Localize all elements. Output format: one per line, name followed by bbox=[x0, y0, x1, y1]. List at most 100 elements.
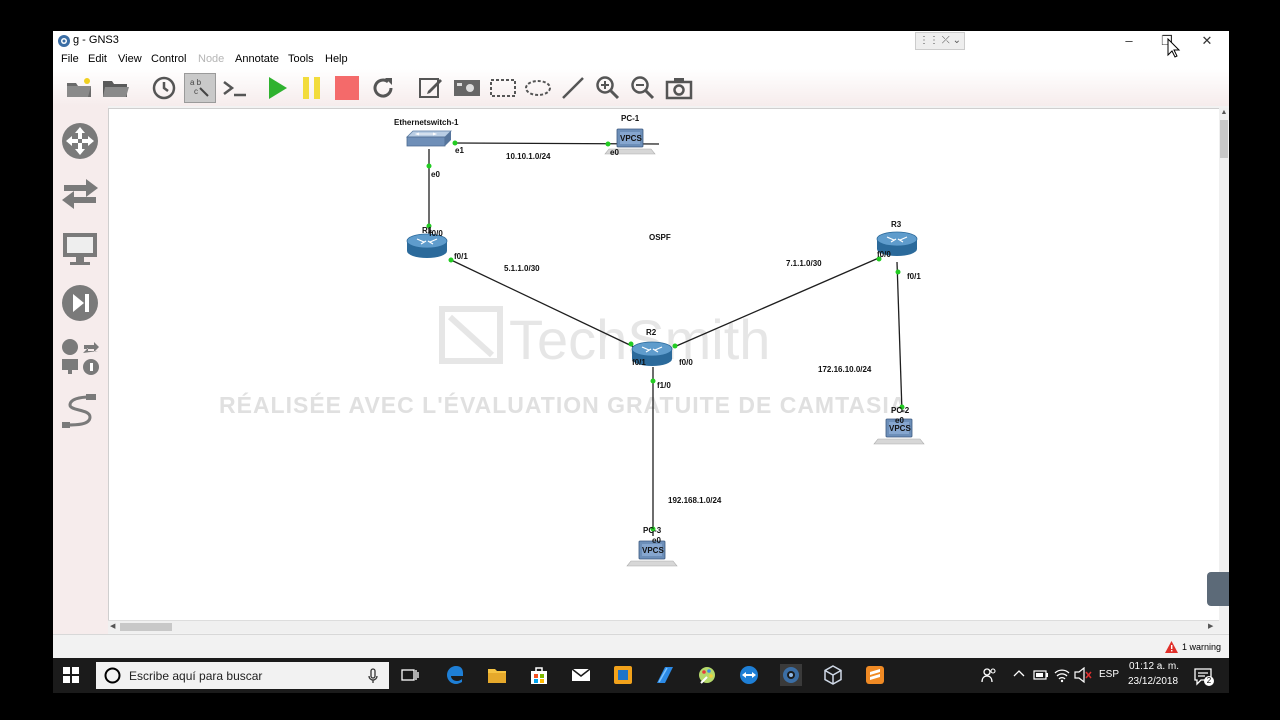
mail-button[interactable] bbox=[570, 664, 592, 686]
network-label-r1-r2[interactable]: 5.1.1.0/30 bbox=[504, 264, 540, 273]
file-explorer-button[interactable] bbox=[486, 664, 508, 686]
volume-button[interactable] bbox=[1074, 666, 1092, 686]
tray-overflow-button[interactable] bbox=[1013, 666, 1025, 685]
draw-rectangle-button[interactable] bbox=[487, 73, 519, 103]
port-label-r1-f00: f0/0 bbox=[429, 229, 443, 238]
mouse-cursor-icon bbox=[1167, 38, 1181, 58]
port-dot bbox=[628, 341, 634, 347]
draw-ellipse-button[interactable] bbox=[522, 73, 554, 103]
network-button[interactable] bbox=[1054, 667, 1070, 686]
window-snap-widget[interactable]: ⋮⋮ ⤫ ⌄ bbox=[915, 32, 965, 50]
scroll-left-arrow[interactable]: ◀ bbox=[110, 622, 115, 630]
microphone-icon[interactable] bbox=[368, 668, 378, 684]
zoom-out-button[interactable] bbox=[627, 73, 659, 103]
paint-button[interactable] bbox=[696, 664, 718, 686]
link-r2-r3[interactable] bbox=[673, 256, 882, 348]
reload-all-button[interactable] bbox=[367, 73, 399, 103]
pc3-name: PC-3 bbox=[643, 526, 662, 535]
minimize-button[interactable]: – bbox=[1111, 31, 1147, 51]
menu-tools[interactable]: Tools bbox=[288, 53, 314, 65]
vs-code-button[interactable] bbox=[654, 664, 676, 686]
horizontal-scroll-thumb[interactable] bbox=[120, 623, 172, 631]
menu-file[interactable]: File bbox=[61, 53, 79, 65]
menu-control[interactable]: Control bbox=[151, 53, 186, 65]
add-link-button[interactable] bbox=[59, 390, 101, 432]
browse-routers-button[interactable] bbox=[59, 120, 101, 162]
all-devices-icon bbox=[62, 339, 99, 375]
stop-all-button[interactable] bbox=[331, 73, 363, 103]
orange-app-button[interactable] bbox=[612, 664, 634, 686]
snapshot-button[interactable] bbox=[148, 73, 180, 103]
ellipse-icon bbox=[525, 80, 551, 96]
store-bag-icon bbox=[531, 667, 547, 684]
screenshot-button[interactable] bbox=[663, 73, 695, 103]
menu-view[interactable]: View bbox=[118, 53, 142, 65]
warning-count[interactable]: 1 warning bbox=[1182, 642, 1221, 652]
start-all-button[interactable] bbox=[261, 73, 293, 103]
scroll-right-arrow[interactable]: ▶ bbox=[1208, 622, 1213, 630]
status-bar: 1 warning bbox=[53, 634, 1229, 658]
pc3-vpcs-label: VPCS bbox=[642, 546, 664, 555]
open-folder-button[interactable] bbox=[63, 73, 95, 103]
sublime-button[interactable] bbox=[864, 664, 886, 686]
virtualbox-button[interactable] bbox=[822, 664, 844, 686]
open-project-button[interactable] bbox=[99, 73, 131, 103]
browse-security-devices-button[interactable] bbox=[59, 282, 101, 324]
menu-node[interactable]: Node bbox=[198, 53, 224, 65]
ospf-note[interactable]: OSPF bbox=[649, 233, 671, 242]
horizontal-scrollbar[interactable]: ◀ ▶ bbox=[108, 620, 1219, 633]
draw-line-button[interactable] bbox=[557, 73, 589, 103]
battery-button[interactable] bbox=[1033, 668, 1049, 685]
link-r3-pc2[interactable] bbox=[896, 261, 903, 413]
gns3-taskbar-button[interactable] bbox=[780, 664, 802, 686]
pc2-name: PC-2 bbox=[891, 406, 910, 415]
teamviewer-button[interactable] bbox=[738, 664, 760, 686]
topology-canvas[interactable]: TechSmith RÉALISÉE AVEC L'ÉVALUATION GRA… bbox=[108, 108, 1221, 622]
search-placeholder: Escribe aquí para buscar bbox=[129, 669, 263, 683]
menu-edit[interactable]: Edit bbox=[88, 53, 107, 65]
people-button[interactable] bbox=[981, 667, 997, 686]
network-label-r2-r3[interactable]: 7.1.1.0/30 bbox=[786, 259, 822, 268]
browse-switches-button[interactable] bbox=[59, 174, 101, 216]
console-all-button[interactable] bbox=[219, 73, 251, 103]
task-view-icon bbox=[401, 669, 419, 681]
topology-svg: TechSmith RÉALISÉE AVEC L'ÉVALUATION GRA… bbox=[219, 114, 925, 567]
network-label-r2-pc3[interactable]: 192.168.1.0/24 bbox=[668, 496, 722, 505]
browse-all-devices-button[interactable] bbox=[59, 336, 101, 378]
clock-time[interactable]: 01:12 a. m. bbox=[1129, 661, 1179, 672]
close-button[interactable]: ✕ bbox=[1189, 31, 1225, 51]
play-icon bbox=[269, 77, 287, 99]
insert-image-button[interactable] bbox=[451, 73, 483, 103]
network-label-r3-pc2[interactable]: 172.16.10.0/24 bbox=[818, 365, 872, 374]
vertical-scrollbar[interactable]: ▲ bbox=[1207, 108, 1229, 633]
ethernet-switch-node[interactable] bbox=[406, 130, 452, 147]
edge-button[interactable] bbox=[444, 664, 466, 686]
side-panel-handle[interactable] bbox=[1207, 572, 1229, 606]
port-dot bbox=[895, 269, 901, 275]
vertical-scroll-thumb[interactable] bbox=[1220, 120, 1228, 158]
network-label-sw-pc1[interactable]: 10.10.1.0/24 bbox=[506, 152, 551, 161]
menu-annotate[interactable]: Annotate bbox=[235, 53, 279, 65]
scroll-up-arrow[interactable]: ▲ bbox=[1220, 109, 1228, 117]
port-label-pc2-e0: e0 bbox=[895, 416, 904, 425]
r3-name: R3 bbox=[891, 220, 902, 229]
line-icon bbox=[562, 77, 584, 99]
port-label-sw-e0: e0 bbox=[431, 170, 440, 179]
store-button[interactable] bbox=[528, 664, 550, 686]
svg-text:c: c bbox=[194, 87, 198, 96]
taskbar-search-box[interactable]: Escribe aquí para buscar bbox=[96, 662, 389, 689]
show-interface-labels-button[interactable]: a bc bbox=[184, 73, 216, 103]
browse-end-devices-button[interactable] bbox=[59, 228, 101, 270]
start-button[interactable] bbox=[63, 667, 81, 685]
zoom-in-button[interactable] bbox=[592, 73, 624, 103]
image-icon bbox=[454, 80, 480, 96]
rectangle-icon bbox=[490, 79, 516, 97]
clock-date[interactable]: 23/12/2018 bbox=[1128, 676, 1178, 687]
task-view-button[interactable] bbox=[399, 664, 421, 686]
input-language[interactable]: ESP bbox=[1099, 669, 1119, 680]
menu-help[interactable]: Help bbox=[325, 53, 348, 65]
warning-icon[interactable] bbox=[1165, 641, 1178, 653]
suspend-all-button[interactable] bbox=[296, 73, 328, 103]
add-note-button[interactable] bbox=[415, 73, 447, 103]
action-center-button[interactable]: 2 bbox=[1193, 666, 1214, 686]
